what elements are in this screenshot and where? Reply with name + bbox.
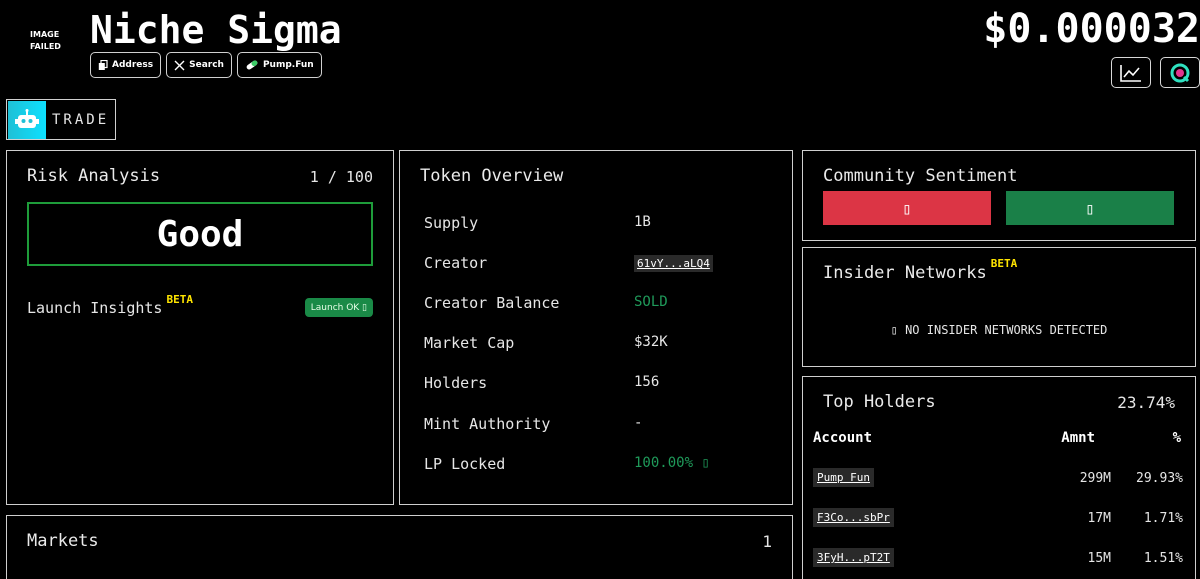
token-overview-title: Token Overview: [420, 166, 564, 186]
chart-button[interactable]: [1111, 57, 1151, 88]
overview-label-creator: Creator: [424, 254, 488, 272]
column-header-pct: %: [1172, 430, 1181, 446]
overview-label-holders: Holders: [424, 374, 488, 392]
holder-account-link[interactable]: Pump Fun: [813, 468, 874, 487]
overview-label-creator-balance: Creator Balance: [424, 294, 560, 312]
risk-rating: Good: [27, 202, 373, 266]
markets-count: 1: [762, 532, 772, 551]
column-header-amount: Amnt: [1061, 430, 1095, 446]
column-header-account: Account: [813, 430, 873, 446]
holder-amount: 299M: [1079, 471, 1111, 486]
table-row: Pump Fun 299M 29.93%: [803, 468, 1195, 490]
table-row: 3FyH...pT2T 15M 1.51%: [803, 548, 1195, 570]
markets-title: Markets: [27, 531, 99, 551]
overview-label-lp-locked: LP Locked: [424, 455, 506, 473]
insider-status-message: ▯ NO INSIDER NETWORKS DETECTED: [890, 323, 1108, 337]
copy-icon: [98, 59, 108, 70]
holder-pct: 1.71%: [1143, 511, 1183, 526]
overview-value-holders: 156: [634, 374, 660, 390]
table-row: F3Co...sbPr 17M 1.71%: [803, 508, 1195, 530]
overview-value-creator-balance: SOLD: [634, 294, 668, 310]
app-logo-button[interactable]: [1160, 57, 1200, 88]
search-label: Search: [189, 60, 224, 70]
pumpfun-button[interactable]: Pump.Fun: [236, 52, 322, 78]
robot-icon: [8, 100, 46, 139]
holder-pct: 29.93%: [1136, 471, 1183, 486]
token-price: $0.000032: [983, 6, 1200, 52]
overview-value-market-cap: $32K: [634, 334, 668, 350]
thumbs-up-icon: ▯: [1085, 198, 1095, 218]
risk-analysis-title: Risk Analysis: [27, 166, 161, 186]
overview-value-mint-authority: -: [634, 415, 643, 431]
holder-amount: 17M: [1087, 511, 1111, 526]
launch-insights-label: Launch Insights BETA: [27, 293, 193, 317]
community-sentiment-panel: Community Sentiment ▯ ▯: [802, 150, 1196, 241]
address-label: Address: [112, 60, 154, 70]
thumbs-up-button[interactable]: ▯: [1006, 191, 1174, 225]
q-logo-icon: [1170, 63, 1190, 82]
token-image-failed: IMAGE FAILED: [30, 30, 61, 51]
community-sentiment-title: Community Sentiment: [823, 166, 1018, 186]
markets-panel: Markets 1: [6, 515, 793, 579]
top-holders-title: Top Holders: [823, 392, 936, 412]
pumpfun-label: Pump.Fun: [262, 60, 314, 70]
holder-account-link[interactable]: 3FyH...pT2T: [813, 548, 894, 567]
top-holders-panel: Top Holders 23.74% Account Amnt % Pump F…: [802, 376, 1196, 579]
beta-badge: BETA: [990, 257, 1018, 270]
overview-value-lp-locked: 100.00% ▯: [634, 455, 710, 471]
trade-label: TRADE: [52, 111, 110, 128]
overview-label-mint-authority: Mint Authority: [424, 415, 551, 433]
token-overview-panel: Token Overview Supply 1B Creator 61vY...…: [399, 150, 793, 505]
token-links: Address Search Pump.Fun: [90, 52, 322, 78]
x-logo-icon: [174, 60, 185, 70]
overview-value-supply: 1B: [634, 214, 651, 230]
pill-icon: [246, 60, 258, 70]
insider-networks-title: Insider Networks BETA: [823, 257, 1018, 283]
thumbs-down-button[interactable]: ▯: [823, 191, 991, 225]
risk-analysis-panel: Risk Analysis 1 / 100 Good Launch Insigh…: [6, 150, 394, 505]
thumbs-down-icon: ▯: [902, 198, 912, 218]
launch-ok-badge[interactable]: Launch OK ▯: [304, 298, 373, 317]
trade-button[interactable]: TRADE: [6, 99, 116, 140]
search-button[interactable]: Search: [166, 52, 232, 78]
risk-score: 1 / 100: [309, 168, 373, 186]
chart-icon: [1120, 64, 1141, 82]
beta-badge: BETA: [166, 293, 193, 306]
overview-label-market-cap: Market Cap: [424, 334, 515, 352]
holder-pct: 1.51%: [1143, 551, 1183, 566]
address-button[interactable]: Address: [90, 52, 162, 78]
overview-label-supply: Supply: [424, 214, 479, 232]
token-name: Niche Sigma: [90, 8, 342, 52]
insider-networks-panel: Insider Networks BETA ▯ NO INSIDER NETWOR…: [802, 247, 1196, 367]
holder-account-link[interactable]: F3Co...sbPr: [813, 508, 894, 527]
holder-amount: 15M: [1087, 551, 1111, 566]
top-holders-total-pct: 23.74%: [1117, 393, 1175, 412]
creator-address-link[interactable]: 61vY...aLQ4: [634, 255, 713, 272]
